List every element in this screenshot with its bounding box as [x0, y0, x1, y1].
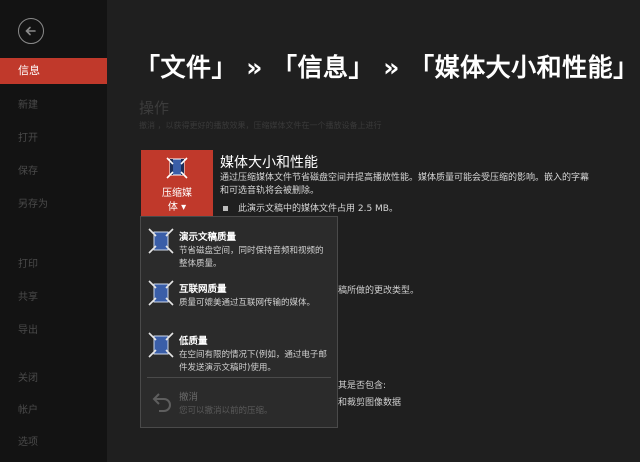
sidebar-item-save[interactable]: 保存 — [0, 159, 107, 185]
back-button[interactable] — [18, 18, 44, 44]
sidebar-item-print[interactable]: 打印 — [0, 252, 107, 278]
back-arrow-icon — [25, 26, 36, 36]
undo-icon — [152, 393, 171, 412]
menu-item-title: 低质量 — [179, 336, 208, 347]
bullet-icon — [223, 206, 228, 211]
menu-item-low-quality[interactable]: 低质量 在空间有限的情况下(例如，通过电子邮件发送演示文稿时)使用。 — [141, 325, 337, 377]
section-description: 通过压缩媒体文件节省磁盘空间并提高播放性能。媒体质量可能会受压缩的影响。嵌入的字… — [220, 173, 590, 196]
section-title: 媒体大小和性能 — [220, 155, 318, 171]
sidebar-item-info[interactable]: 信息 — [0, 58, 107, 84]
internet-quality-icon — [148, 280, 174, 306]
media-compress-icon — [166, 157, 188, 179]
faded-section-title: 操作 — [139, 99, 170, 117]
compress-media-label: 压缩媒 — [162, 188, 192, 199]
background-text: 和裁剪图像数据 — [338, 398, 402, 408]
sidebar-item-account[interactable]: 帐户 — [0, 398, 107, 424]
menu-item-description: 节省磁盘空间，同时保持音频和视频的整体质量。 — [179, 246, 324, 269]
background-text: 其是否包含: — [338, 381, 387, 391]
menu-item-presentation-quality[interactable]: 演示文稿质量 节省磁盘空间，同时保持音频和视频的整体质量。 — [141, 221, 337, 273]
media-size-text: 此演示文稿中的媒体文件占用 2.5 MB。 — [238, 204, 398, 214]
menu-item-title: 互联网质量 — [179, 284, 227, 295]
page-title: 「文件」 » 「信息」 » 「媒体大小和性能」 — [135, 53, 639, 82]
compress-media-button[interactable]: 压缩媒 体 ▾ — [141, 150, 213, 216]
sidebar-item-save-as[interactable]: 另存为 — [0, 192, 107, 218]
menu-item-title: 撤消 — [179, 392, 199, 403]
menu-separator — [147, 377, 331, 378]
background-text: 稿所做的更改类型。 — [338, 286, 420, 296]
sidebar-item-export[interactable]: 导出 — [0, 318, 107, 344]
menu-item-description: 质量可媲美通过互联网传输的媒体。 — [179, 298, 316, 308]
menu-item-title: 演示文稿质量 — [179, 232, 237, 243]
menu-item-description: 您可以撤消以前的压缩。 — [179, 406, 273, 416]
presentation-quality-icon — [148, 228, 174, 254]
sidebar-item-new[interactable]: 新建 — [0, 93, 107, 119]
sidebar-item-open[interactable]: 打开 — [0, 126, 107, 152]
menu-item-undo[interactable]: 撤消 您可以撤消以前的压缩。 — [141, 381, 337, 433]
menu-item-internet-quality[interactable]: 互联网质量 质量可媲美通过互联网传输的媒体。 — [141, 273, 337, 325]
menu-item-description: 在空间有限的情况下(例如，通过电子邮件发送演示文稿时)使用。 — [179, 350, 327, 373]
sidebar-item-close[interactable]: 关闭 — [0, 366, 107, 392]
faded-section-subtitle: 撤消 ，以获得更好的播放效果，压缩媒体文件在一个播放设备上进行 — [139, 121, 382, 130]
low-quality-icon — [148, 332, 174, 358]
compress-media-label-dropdown: 体 ▾ — [167, 202, 187, 213]
sidebar-item-options[interactable]: 选项 — [0, 430, 107, 456]
sidebar-item-share[interactable]: 共享 — [0, 285, 107, 311]
compress-media-dropdown: 演示文稿质量 节省磁盘空间，同时保持音频和视频的整体质量。 互联网质量 质量可媲… — [140, 216, 338, 428]
sidebar: 信息 新建 打开 保存 另存为 打印 共享 导出 关闭 帐户 选项 — [0, 0, 107, 462]
media-size-bullet: 此演示文稿中的媒体文件占用 2.5 MB。 — [223, 201, 398, 214]
